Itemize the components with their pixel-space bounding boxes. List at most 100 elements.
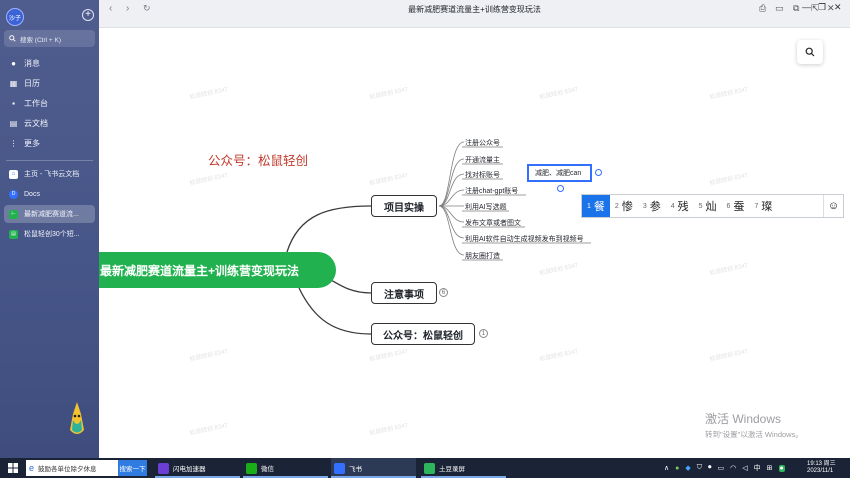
volume-icon[interactable]: ◁ — [742, 464, 747, 472]
recent-item-label: 松鼠轻创30个短... — [24, 231, 80, 238]
ime-candidate[interactable]: 1餐 — [582, 195, 610, 217]
clock-time: 19:13 周三 — [807, 461, 836, 467]
leaf-node[interactable]: 找对标账号 — [465, 170, 500, 180]
taskbar-app[interactable]: 飞书 — [331, 458, 416, 478]
taskbar-app[interactable]: 微信 — [243, 458, 328, 478]
sidebar-item-workplace[interactable]: ▪ 工作台 — [4, 94, 95, 112]
ime-candidate[interactable]: 4残 — [666, 195, 694, 217]
ime-indicator[interactable]: 中 — [754, 463, 761, 473]
leaf-node[interactable]: 利用AI软件自动生成视频发布到视频号 — [465, 234, 584, 244]
recent-item-docs[interactable]: D Docs — [4, 185, 95, 203]
chevron-up-icon[interactable]: ∧ — [664, 464, 669, 472]
search-input[interactable]: 搜索 (Ctrl + K) — [4, 30, 95, 47]
sidebar: 沙子 + 搜索 (Ctrl + K) ● 消息 ▦ 日历 ▪ 工作台 ▤ 云文档… — [0, 0, 99, 458]
sidebar-item-calendar[interactable]: ▦ 日历 — [4, 74, 95, 92]
docs-icon: D — [9, 189, 18, 199]
taskbar-search-text: 鼓励各单位除夕休息 — [38, 466, 97, 473]
browser-icon: e — [29, 463, 35, 473]
minimize-icon[interactable]: — — [802, 2, 811, 12]
network-icon[interactable]: ◠ — [730, 464, 736, 472]
leaf-node[interactable]: 利用AI写选题 — [465, 202, 507, 212]
branch-node-practice[interactable]: 项目实操 — [371, 195, 437, 217]
ime-candidate[interactable]: 6蚕 — [722, 195, 750, 217]
mindmap-icon: ⊢ — [9, 209, 18, 219]
shield-icon[interactable]: ⛉ — [697, 464, 702, 472]
windows-icon — [8, 463, 18, 473]
sidebar-divider — [6, 160, 93, 161]
sidebar-item-label: 日历 — [24, 78, 40, 88]
leaf-node[interactable]: 注册chat-gpt账号 — [465, 186, 518, 196]
keyboard-icon[interactable]: ⊞ — [767, 464, 773, 472]
recent-item-label: 最新减肥赛道流... — [24, 211, 79, 218]
clock[interactable]: 19:13 周三 2023/11/1 — [807, 458, 836, 478]
sidebar-item-label: 云文档 — [24, 118, 48, 128]
sidebar-item-more[interactable]: ⋮ 更多 — [4, 134, 95, 152]
taskbar: e 鼓励各单位除夕休息 搜索一下 闪电加速器 微信 飞书 土豆录屏 ∧ ● ◆ … — [0, 458, 850, 478]
branch-node-account[interactable]: 公众号：松鼠轻创 — [371, 323, 475, 345]
more-icon: ⋮ — [9, 138, 18, 148]
battery-icon[interactable]: ▭ — [718, 464, 725, 472]
search-placeholder: 搜索 (Ctrl + K) — [20, 36, 61, 44]
ime-candidate[interactable]: 7璨 — [749, 195, 777, 217]
add-sibling-handle[interactable] — [557, 185, 564, 192]
ime-candidate[interactable]: 3参 — [638, 195, 666, 217]
leaf-node[interactable]: 朋友圈打造 — [465, 251, 500, 261]
emoji-icon[interactable]: ☺ — [823, 195, 843, 217]
collapse-count-badge[interactable]: 6 — [439, 288, 448, 297]
collapse-count-badge[interactable]: 1 — [479, 329, 488, 338]
sheet-icon: ▤ — [9, 229, 18, 239]
node-edit-input[interactable]: 减肥、减肥can — [527, 164, 592, 182]
calendar-icon: ▦ — [9, 78, 18, 88]
create-button[interactable]: + — [82, 9, 94, 21]
grid-icon: ▪ — [12, 98, 15, 108]
taskbar-search-button[interactable]: 搜索一下 — [118, 460, 147, 476]
security-icon[interactable]: ◆ — [685, 464, 690, 472]
clock-date: 2023/11/1 — [807, 468, 834, 474]
microphone-icon[interactable]: ⏺ — [708, 464, 712, 472]
recent-item-label: Docs — [24, 190, 40, 198]
ime-candidate[interactable]: 2惨 — [610, 195, 638, 217]
taskbar-search-box[interactable]: e 鼓励各单位除夕休息 — [26, 460, 118, 476]
document-window: ‹ › ↻ 最新减肥赛道流量主+训练营变现玩法 ⎙ ▭ ⧉ ⇱ ✕ — ❐ ✕ … — [99, 0, 850, 458]
taskbar-app-label: 微信 — [261, 466, 274, 473]
print-icon[interactable]: ⎙ — [759, 3, 766, 14]
avatar[interactable]: 沙子 — [6, 8, 24, 26]
sidebar-item-label: 更多 — [24, 138, 40, 148]
recent-item-label: 主页 - 飞书云文档 — [24, 171, 80, 178]
mindmap-root-node[interactable]: 最新减肥赛道流量主+训练营变现玩法 — [99, 252, 336, 288]
leaf-node[interactable]: 开通流量主 — [465, 155, 500, 165]
activation-subtitle: 转到"设置"以激活 Windows。 — [705, 430, 803, 439]
tray-app-icon[interactable]: ● — [675, 465, 679, 472]
taskbar-app-label: 闪电加速器 — [173, 466, 206, 473]
mascot-icon — [70, 402, 84, 434]
sidebar-item-label: 消息 — [24, 58, 40, 68]
wechat-icon — [246, 462, 257, 474]
recent-item-mindmap[interactable]: ⊢ 最新减肥赛道流... — [4, 205, 95, 223]
taskbar-app[interactable]: 土豆录屏 — [421, 458, 506, 478]
feishu-icon — [334, 462, 345, 474]
taskbar-app-label: 土豆录屏 — [439, 466, 465, 473]
system-tray: ∧ ● ◆ ⛉ ⏺ ▭ ◠ ◁ 中 ⊞ ● — [664, 458, 785, 478]
new-window-icon[interactable]: ⧉ — [793, 3, 799, 14]
leaf-node[interactable]: 注册公众号 — [465, 138, 500, 148]
close-icon[interactable]: ✕ — [834, 2, 842, 13]
recorder-icon — [424, 462, 435, 474]
add-child-handle[interactable] — [595, 169, 602, 176]
recent-item-home[interactable]: ⌂ 主页 - 飞书云文档 — [4, 165, 95, 183]
sidebar-item-label: 工作台 — [24, 98, 48, 108]
window-icon[interactable]: ▭ — [775, 3, 784, 14]
leaf-node[interactable]: 发布文章或者图文 — [465, 218, 521, 228]
windows-activation-notice: 激活 Windows 转到"设置"以激活 Windows。 — [705, 410, 803, 440]
lightning-icon — [158, 462, 169, 474]
branch-node-notes[interactable]: 注意事项 — [371, 282, 437, 304]
taskbar-app[interactable]: 闪电加速器 — [155, 458, 240, 478]
sidebar-item-messages[interactable]: ● 消息 — [4, 54, 95, 72]
search-icon — [9, 35, 16, 42]
start-button[interactable] — [8, 458, 18, 478]
ime-candidate-bar: 1餐 2惨 3参 4残 5灿 6蚕 7璨 ☺ — [581, 194, 844, 218]
wechat-tray-icon[interactable]: ● — [778, 464, 785, 472]
sidebar-item-docs[interactable]: ▤ 云文档 — [4, 114, 95, 132]
recent-item-doc[interactable]: ▤ 松鼠轻创30个短... — [4, 225, 95, 243]
maximize-icon[interactable]: ❐ — [818, 2, 826, 13]
ime-candidate[interactable]: 5灿 — [694, 195, 722, 217]
